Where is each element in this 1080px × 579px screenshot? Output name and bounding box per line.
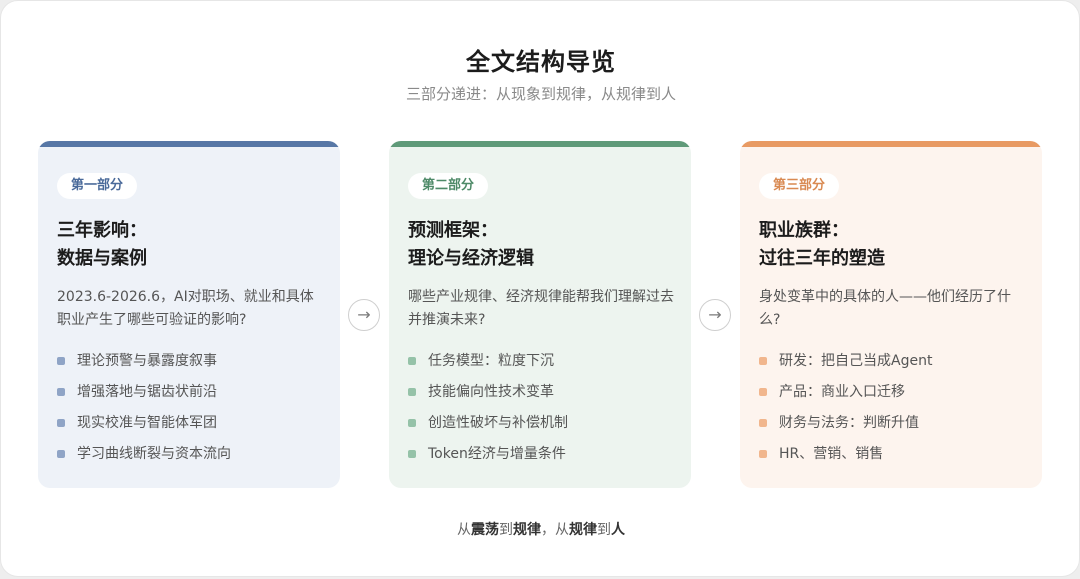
card-title-line: 三年影响： xyxy=(57,220,147,241)
list-item: 理论预警与暴露度叙事 xyxy=(57,350,327,381)
bullet-icon xyxy=(57,450,65,458)
footer-emphasis: 规律 xyxy=(569,522,597,538)
list-item: 产品：商业入口迁移 xyxy=(759,381,1029,412)
list-item-label: 学习曲线断裂与资本流向 xyxy=(77,446,231,462)
card-title: 职业族群： 过往三年的塑造 xyxy=(759,217,1029,273)
part-badge: 第三部分 xyxy=(759,173,840,199)
part-badge: 第一部分 xyxy=(57,173,138,199)
bullet-icon xyxy=(759,357,767,365)
topic-list: 任务模型：粒度下沉 技能偏向性技术变革 创造性破坏与补偿机制 Token经济与增… xyxy=(408,350,678,474)
overview-panel: 全文结构导览 三部分递进：从现象到规律，从规律到人 第一部分 三年影响： 数据与… xyxy=(0,0,1080,577)
bullet-icon xyxy=(759,419,767,427)
footer-emphasis: 震荡 xyxy=(471,522,499,538)
list-item: 现实校准与智能体军团 xyxy=(57,412,327,443)
part-badge: 第二部分 xyxy=(408,173,489,199)
card-title-line: 过往三年的塑造 xyxy=(759,248,885,269)
part-two-card: 第二部分 预测框架： 理论与经济逻辑 哪些产业规律、经济规律能帮我们理解过去并推… xyxy=(389,141,691,488)
card-title: 预测框架： 理论与经济逻辑 xyxy=(408,217,678,273)
bullet-icon xyxy=(57,357,65,365)
list-item: HR、营销、销售 xyxy=(759,443,1029,474)
card-title-line: 职业族群： xyxy=(759,220,849,241)
list-item-label: 任务模型：粒度下沉 xyxy=(428,353,554,369)
page-subtitle: 三部分递进：从现象到规律，从规律到人 xyxy=(405,85,676,103)
list-item: 创造性破坏与补偿机制 xyxy=(408,412,678,443)
arrow-right-icon: → xyxy=(348,299,380,331)
topic-list: 理论预警与暴露度叙事 增强落地与锯齿状前沿 现实校准与智能体军团 学习曲线断裂与… xyxy=(57,350,327,474)
list-item: 财务与法务：判断升值 xyxy=(759,412,1029,443)
footer-text: 从 xyxy=(457,522,471,538)
card-accent-bar xyxy=(38,141,340,147)
bullet-icon xyxy=(759,388,767,396)
list-item: 增强落地与锯齿状前沿 xyxy=(57,381,327,412)
footer-emphasis: 人 xyxy=(611,522,625,538)
card-title-line: 理论与经济逻辑 xyxy=(408,248,534,269)
list-item-label: Token经济与增量条件 xyxy=(428,446,566,462)
list-item: 任务模型：粒度下沉 xyxy=(408,350,678,381)
bullet-icon xyxy=(408,450,416,458)
footer-emphasis: 规律 xyxy=(513,522,541,538)
list-item-label: 增强落地与锯齿状前沿 xyxy=(77,384,217,400)
bullet-icon xyxy=(57,388,65,396)
card-accent-bar xyxy=(740,141,1042,147)
card-title-line: 预测框架： xyxy=(408,220,498,241)
list-item-label: 现实校准与智能体军团 xyxy=(77,415,217,431)
page-title: 全文结构导览 xyxy=(466,48,616,76)
bullet-icon xyxy=(408,419,416,427)
card-description: 身处变革中的具体的人——他们经历了什么? xyxy=(759,289,1011,328)
card-accent-bar xyxy=(389,141,691,147)
arrow-right-icon: → xyxy=(699,299,731,331)
list-item: Token经济与增量条件 xyxy=(408,443,678,474)
bullet-icon xyxy=(408,388,416,396)
list-item-label: 创造性破坏与补偿机制 xyxy=(428,415,568,431)
list-item: 研发：把自己当成Agent xyxy=(759,350,1029,381)
list-item-label: 产品：商业入口迁移 xyxy=(779,384,905,400)
bullet-icon xyxy=(57,419,65,427)
list-item: 技能偏向性技术变革 xyxy=(408,381,678,412)
list-item-label: 财务与法务：判断升值 xyxy=(779,415,919,431)
list-item-label: 研发：把自己当成Agent xyxy=(779,353,933,369)
card-title: 三年影响： 数据与案例 xyxy=(57,217,327,273)
bullet-icon xyxy=(408,357,416,365)
list-item-label: HR、营销、销售 xyxy=(779,446,884,462)
footer-text: 到 xyxy=(597,522,611,538)
topic-list: 研发：把自己当成Agent 产品：商业入口迁移 财务与法务：判断升值 HR、营销… xyxy=(759,350,1029,474)
list-item-label: 理论预警与暴露度叙事 xyxy=(77,353,217,369)
list-item-label: 技能偏向性技术变革 xyxy=(428,384,554,400)
footer-text: 到 xyxy=(499,522,513,538)
part-three-card: 第三部分 职业族群： 过往三年的塑造 身处变革中的具体的人——他们经历了什么? … xyxy=(740,141,1042,488)
card-description: 哪些产业规律、经济规律能帮我们理解过去并推演未来? xyxy=(408,289,674,328)
list-item: 学习曲线断裂与资本流向 xyxy=(57,443,327,474)
footer-summary: 从震荡到规律，从规律到人 xyxy=(1,519,1080,539)
part-one-card: 第一部分 三年影响： 数据与案例 2023.6-2026.6，AI对职场、就业和… xyxy=(38,141,340,488)
card-title-line: 数据与案例 xyxy=(57,248,147,269)
card-description: 2023.6-2026.6，AI对职场、就业和具体职业产生了哪些可验证的影响? xyxy=(57,289,314,328)
bullet-icon xyxy=(759,450,767,458)
footer-text: ，从 xyxy=(541,522,569,538)
